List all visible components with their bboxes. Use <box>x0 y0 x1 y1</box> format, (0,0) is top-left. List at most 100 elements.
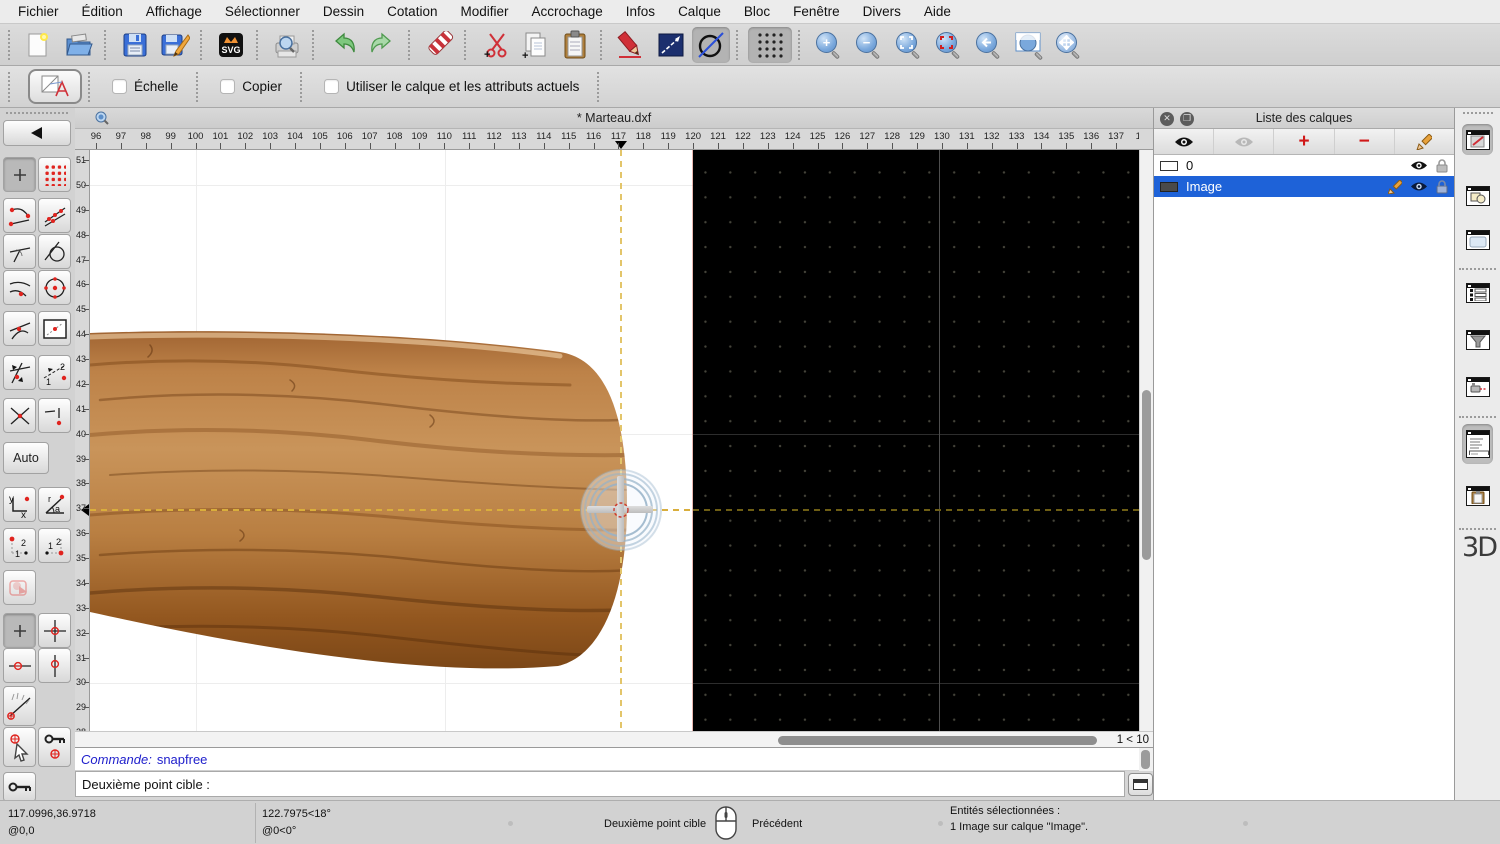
snap-auto-button[interactable]: Auto <box>3 442 49 474</box>
menu-item-fenêtre[interactable]: Fenêtre <box>793 4 840 19</box>
dock-handle[interactable] <box>1463 112 1493 116</box>
snap-intersection-button[interactable] <box>3 355 36 390</box>
snap-intersection-manual-button[interactable]: 1 2 <box>38 355 71 390</box>
snap-perpendicular-button[interactable] <box>3 234 36 269</box>
clipboard-panel-button[interactable] <box>1462 480 1493 511</box>
menu-item-édition[interactable]: Édition <box>82 4 123 19</box>
relative-1-2-button[interactable]: 1 2 <box>3 528 36 563</box>
layer-lock-icon[interactable] <box>1436 159 1448 173</box>
restrict-angle-button[interactable] <box>3 686 36 726</box>
tool-options-panel-button[interactable] <box>1462 371 1493 402</box>
block-list-panel-button[interactable] <box>1462 180 1493 211</box>
pan-button[interactable] <box>1050 27 1088 63</box>
menu-item-accrochage[interactable]: Accrochage <box>531 4 602 19</box>
snap-grid-button[interactable] <box>38 157 71 192</box>
restrict-off-button[interactable] <box>3 570 36 605</box>
snap-on-entity-button[interactable] <box>38 198 71 233</box>
menu-item-aide[interactable]: Aide <box>924 4 951 19</box>
save-as-button[interactable] <box>156 27 194 63</box>
redo-button[interactable] <box>364 27 402 63</box>
hide-all-layers-button[interactable] <box>1214 129 1274 154</box>
zoom-in-button[interactable]: + <box>810 27 848 63</box>
copy-button[interactable]: + <box>516 27 554 63</box>
add-layer-button[interactable]: + <box>1274 129 1334 154</box>
snap-tangent-button[interactable] <box>38 234 71 269</box>
canvas-horizontal-scrollbar[interactable]: 1 < 10 <box>75 731 1153 748</box>
restrict-none-button[interactable] <box>3 613 36 648</box>
layer-row-0[interactable]: 0 <box>1154 155 1454 176</box>
canvas-vertical-scrollbar[interactable] <box>1139 150 1153 731</box>
use-current-layer-checkbox[interactable]: Utiliser le calque et les attributs actu… <box>324 79 579 94</box>
restrict-vertical-button[interactable] <box>38 648 71 683</box>
save-button[interactable] <box>116 27 154 63</box>
grid-toggle-button[interactable] <box>748 27 792 63</box>
zoom-selection-button[interactable] <box>930 27 968 63</box>
menu-item-affichage[interactable]: Affichage <box>146 4 202 19</box>
history-scrollbar[interactable] <box>1139 748 1153 771</box>
menu-item-calque[interactable]: Calque <box>678 4 721 19</box>
menu-item-fichier[interactable]: Fichier <box>18 4 59 19</box>
snap-center-button[interactable] <box>38 270 71 305</box>
menu-item-modifier[interactable]: Modifier <box>460 4 508 19</box>
snap-free-button[interactable] <box>3 157 36 192</box>
command-input-row[interactable]: Deuxième point cible : <box>75 771 1125 797</box>
snap-tangential-button[interactable] <box>3 311 36 346</box>
zoom-previous-button[interactable] <box>970 27 1008 63</box>
canvas-background-region[interactable] <box>693 150 1139 731</box>
layer-lock-icon[interactable] <box>1436 180 1448 194</box>
edit-layer-button[interactable] <box>1395 129 1454 154</box>
command-input[interactable] <box>210 774 1124 794</box>
menu-item-sélectionner[interactable]: Sélectionner <box>225 4 300 19</box>
svg-export-button[interactable]: SVG <box>212 27 250 63</box>
drawing-canvas[interactable] <box>90 150 1139 731</box>
horizontal-scrollbar-thumb[interactable] <box>778 736 1097 745</box>
coordinate-polar-button[interactable]: r a <box>38 487 71 522</box>
current-tool-button[interactable] <box>28 69 82 104</box>
zoom-auto-button[interactable] <box>890 27 928 63</box>
zoom-out-button[interactable]: − <box>850 27 888 63</box>
use-current-layer-checkbox-box[interactable] <box>324 79 339 94</box>
scale-checkbox-box[interactable] <box>112 79 127 94</box>
snap-lock-button[interactable] <box>38 727 71 767</box>
copy-checkbox-box[interactable] <box>220 79 235 94</box>
snap-reference-button[interactable] <box>38 311 71 346</box>
property-editor-panel-button[interactable] <box>1462 277 1493 308</box>
scale-checkbox[interactable]: Échelle <box>112 79 178 94</box>
layer-visibility-icon[interactable] <box>1410 160 1428 171</box>
remove-layer-button[interactable]: − <box>1335 129 1395 154</box>
restrict-horizontal-button[interactable] <box>3 648 36 683</box>
draw-pen-button[interactable] <box>612 27 650 63</box>
layer-row-image[interactable]: Image <box>1154 176 1454 197</box>
back-button[interactable] <box>3 120 71 146</box>
command-line-panel-button[interactable] <box>1462 424 1493 464</box>
show-all-layers-button[interactable] <box>1154 129 1214 154</box>
snap-distance-button[interactable] <box>38 398 71 433</box>
snap-coordinate-button[interactable] <box>3 727 36 767</box>
3d-mode-label[interactable]: 3D <box>1460 532 1498 563</box>
layer-visibility-icon[interactable] <box>1410 181 1428 192</box>
cut-button[interactable]: + <box>476 27 514 63</box>
menu-item-divers[interactable]: Divers <box>863 4 901 19</box>
restrict-orthogonal-button[interactable] <box>38 613 71 648</box>
paste-button[interactable] <box>556 27 594 63</box>
lock-relative-zero-button[interactable] <box>3 772 36 802</box>
menu-item-dessin[interactable]: Dessin <box>323 4 364 19</box>
relative-2-1-button[interactable]: 1 2 <box>38 528 71 563</box>
palette-handle[interactable] <box>6 112 68 116</box>
new-file-button[interactable] <box>20 27 58 63</box>
open-file-button[interactable] <box>60 27 98 63</box>
layer-color-swatch[interactable] <box>1160 182 1178 192</box>
coordinate-cartesian-button[interactable]: y x <box>3 487 36 522</box>
library-browser-panel-button[interactable] <box>1462 224 1493 255</box>
line-tool-button[interactable] <box>652 27 690 63</box>
erase-button[interactable] <box>420 27 458 63</box>
layer-color-swatch[interactable] <box>1160 161 1178 171</box>
circle-slash-tool-button[interactable] <box>692 27 730 63</box>
layer-list-panel-button[interactable] <box>1462 124 1493 155</box>
history-scrollbar-thumb[interactable] <box>1141 750 1150 769</box>
snap-middle-button[interactable] <box>3 270 36 305</box>
menu-item-cotation[interactable]: Cotation <box>387 4 437 19</box>
vertical-scrollbar-thumb[interactable] <box>1142 390 1151 560</box>
snap-x-button[interactable] <box>3 398 36 433</box>
menu-item-infos[interactable]: Infos <box>626 4 655 19</box>
